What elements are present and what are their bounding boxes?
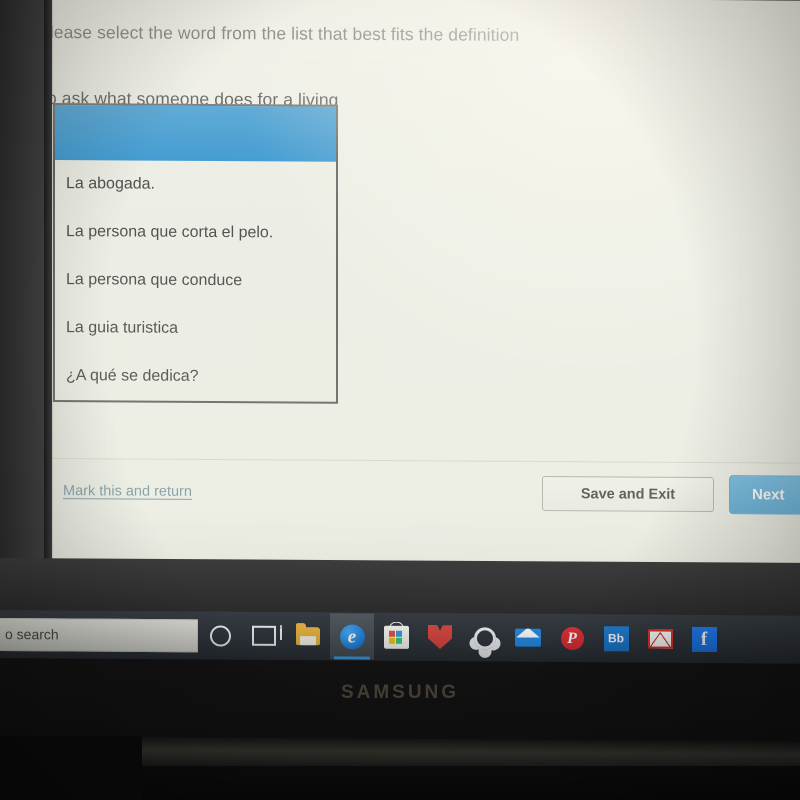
listbox-option-2[interactable]: La persona que conduce	[55, 256, 336, 306]
settings-gear-icon	[473, 626, 495, 648]
pinterest-button[interactable]: P	[550, 615, 594, 661]
quiz-page: Please select the word from the list tha…	[48, 0, 800, 566]
laptop-screen: Please select the word from the list tha…	[48, 0, 800, 566]
listbox-option-0[interactable]: La abogada.	[55, 160, 336, 210]
listbox-option-1[interactable]: La persona que corta el pelo.	[55, 208, 336, 258]
windows-taskbar: o search e P Bb	[0, 610, 800, 664]
task-view-button[interactable]	[242, 613, 286, 659]
facebook-button[interactable]: f	[682, 616, 726, 662]
microsoft-store-button[interactable]	[374, 614, 418, 660]
cortana-icon	[209, 624, 231, 647]
microsoft-store-icon	[383, 625, 409, 649]
laptop-deck-notch	[0, 736, 142, 800]
footer-divider	[48, 457, 800, 464]
listbox-option-4[interactable]: ¿A qué se dedica?	[55, 352, 336, 402]
gmail-button[interactable]	[638, 615, 682, 661]
quiz-prompt-line-1: Please select the word from the list tha…	[48, 21, 520, 45]
listbox-selected-row[interactable]	[55, 105, 336, 162]
taskbar-search-input[interactable]: o search	[0, 617, 198, 652]
blackboard-icon: Bb	[603, 625, 629, 651]
cortana-button[interactable]	[198, 612, 242, 658]
blackboard-button[interactable]: Bb	[594, 615, 638, 661]
facebook-icon: f	[691, 626, 717, 652]
mail-button[interactable]	[506, 615, 550, 661]
answer-listbox[interactable]: La abogada. La persona que corta el pelo…	[53, 103, 338, 404]
edge-browser-button[interactable]: e	[330, 613, 374, 660]
mcafee-button[interactable]	[418, 614, 462, 660]
file-explorer-button[interactable]	[286, 613, 330, 659]
gmail-icon	[647, 629, 673, 649]
mail-icon	[515, 628, 541, 647]
save-and-exit-button[interactable]: Save and Exit	[542, 476, 714, 513]
device-brand-label: SAMSUNG	[340, 682, 460, 703]
task-view-icon	[252, 625, 276, 646]
pinterest-icon: P	[560, 626, 584, 650]
screen-bezel-bottom	[0, 558, 800, 619]
screen-bezel-left-shadow	[44, 0, 54, 600]
next-button[interactable]: Next	[729, 475, 800, 515]
settings-button[interactable]	[462, 614, 506, 660]
edge-icon: e	[339, 623, 365, 650]
listbox-option-3[interactable]: La guia turistica	[55, 304, 336, 354]
file-explorer-icon	[296, 627, 320, 646]
laptop-photo: Please select the word from the list tha…	[0, 0, 800, 800]
mark-this-and-return-link[interactable]: Mark this and return	[63, 483, 192, 500]
